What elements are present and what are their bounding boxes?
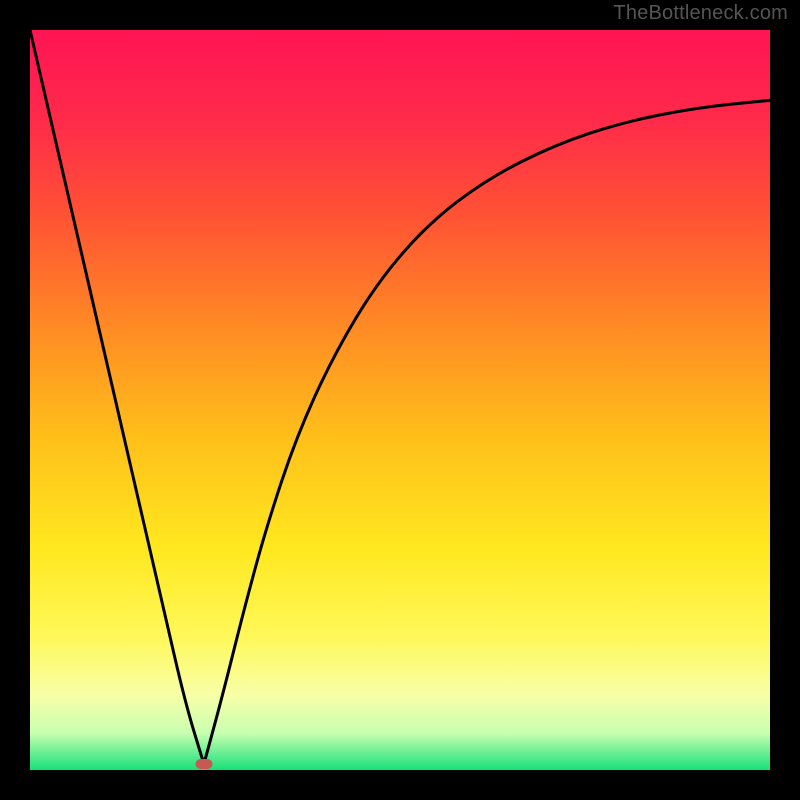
- plot-area: [30, 30, 770, 770]
- curve-layer: [30, 30, 770, 770]
- watermark-text: TheBottleneck.com: [613, 2, 788, 25]
- minimum-marker: [195, 759, 212, 769]
- bottleneck-curve: [30, 30, 770, 764]
- chart-frame: TheBottleneck.com: [0, 0, 800, 800]
